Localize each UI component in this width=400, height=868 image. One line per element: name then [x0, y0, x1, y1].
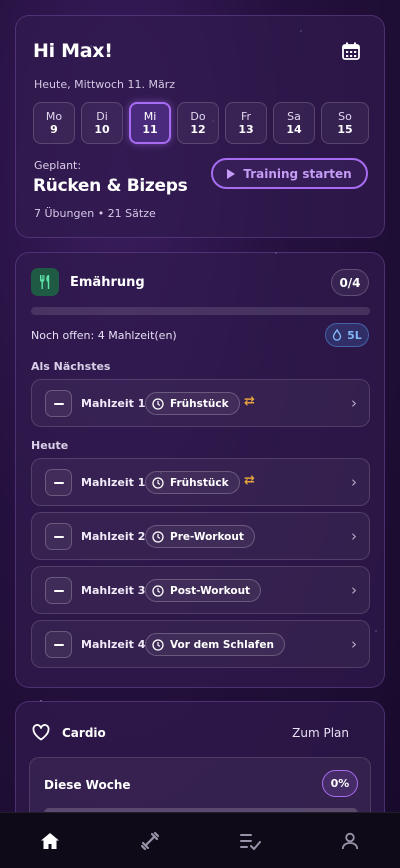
meal-time-tag: Frühstück	[145, 471, 240, 494]
meals-open-text: Noch offen: 4 Mahlzeit(en)	[31, 329, 177, 342]
nav-profile[interactable]	[320, 821, 380, 861]
clock-icon	[152, 638, 164, 651]
minus-icon[interactable]	[45, 523, 72, 550]
next-section-label: Als Nächstes	[31, 360, 111, 373]
meal-row-2[interactable]: Mahlzeit 2 Pre-Workout ›	[31, 512, 370, 560]
chevron-right-icon: ›	[351, 635, 357, 653]
meal-name: Mahlzeit 3	[81, 584, 146, 597]
minus-icon[interactable]	[45, 390, 72, 417]
meal-row-3[interactable]: Mahlzeit 3 Post-Workout ›	[31, 566, 370, 614]
home-icon	[41, 832, 59, 849]
checklist-icon	[240, 833, 261, 850]
day-fr[interactable]: Fr 13	[225, 102, 267, 144]
meal-tag-label: Frühstück	[170, 476, 229, 489]
planned-label: Geplant:	[34, 159, 82, 172]
to-plan-link[interactable]: Zum Plan	[292, 726, 349, 740]
swap-icon[interactable]: ⇄	[244, 394, 255, 409]
day-do[interactable]: Do 12	[177, 102, 219, 144]
meal-tag-label: Post-Workout	[170, 584, 251, 597]
nutrition-card: Emährung 0/4 Noch offen: 4 Mahlzeit(en) …	[15, 252, 385, 688]
chevron-right-icon: ›	[351, 581, 357, 599]
clock-icon	[152, 584, 164, 597]
meal-name: Mahlzeit 1	[81, 397, 146, 410]
today-card: Hi Max! Heute, Mittwoch 11. März Mo 9 Di…	[15, 15, 385, 238]
water-badge[interactable]: 5L	[325, 323, 369, 347]
meal-row-1[interactable]: Mahlzeit 1 Frühstück ⇄ ›	[31, 458, 370, 506]
day-sa[interactable]: Sa 14	[273, 102, 315, 144]
play-icon	[227, 168, 236, 179]
clock-icon	[152, 530, 164, 543]
minus-icon[interactable]	[45, 577, 72, 604]
day-mo[interactable]: Mo 9	[33, 102, 75, 144]
start-training-button[interactable]: Training starten	[211, 158, 368, 189]
today-section-label: Heute	[31, 439, 69, 452]
planned-workout-title: Rücken & Bizeps	[33, 176, 188, 196]
cardio-title: Cardio	[62, 726, 106, 740]
meal-time-tag: Frühstück	[145, 392, 240, 415]
meal-tag-label: Frühstück	[170, 397, 229, 410]
swap-icon[interactable]: ⇄	[244, 473, 255, 488]
chevron-right-icon: ›	[351, 473, 357, 491]
meal-row-4[interactable]: Mahlzeit 4 Vor dem Schlafen ›	[31, 620, 370, 668]
clock-icon	[152, 397, 164, 410]
chevron-right-icon: ›	[351, 527, 357, 545]
water-amount: 5L	[347, 328, 362, 342]
nutrition-title: Emährung	[70, 275, 145, 290]
this-week-title: Diese Woche	[44, 778, 131, 792]
cardio-percent-badge: 0%	[322, 770, 358, 797]
meal-name: Mahlzeit 1	[81, 476, 146, 489]
meal-time-tag: Post-Workout	[145, 579, 262, 602]
nav-checklist[interactable]	[220, 821, 280, 861]
chevron-right-icon: ›	[351, 394, 357, 412]
nutrition-progress-bar	[31, 307, 370, 315]
minus-icon[interactable]	[45, 631, 72, 658]
start-training-label: Training starten	[243, 166, 352, 181]
day-mi-selected[interactable]: Mi 11	[129, 102, 171, 144]
date-line: Heute, Mittwoch 11. März	[34, 78, 176, 91]
meal-name: Mahlzeit 2	[81, 530, 146, 543]
meal-time-tag: Vor dem Schlafen	[145, 633, 285, 656]
next-meal-row[interactable]: Mahlzeit 1 Frühstück ⇄ ›	[31, 379, 370, 427]
day-di[interactable]: Di 10	[81, 102, 123, 144]
day-so[interactable]: So 15	[321, 102, 369, 144]
meal-tag-label: Vor dem Schlafen	[170, 638, 274, 651]
bottom-nav	[0, 812, 400, 868]
planned-workout-meta: 7 Übungen • 21 Sätze	[34, 207, 156, 220]
meal-tag-label: Pre-Workout	[170, 530, 244, 543]
week-day-selector: Mo 9 Di 10 Mi 11 Do 12 Fr 13 Sa 14 So 15	[33, 102, 369, 144]
heart-icon	[32, 724, 50, 741]
meal-time-tag: Pre-Workout	[145, 525, 255, 548]
dumbbell-icon	[140, 831, 160, 850]
nutrition-count-badge: 0/4	[331, 269, 369, 296]
profile-icon	[341, 832, 359, 849]
cutlery-icon	[31, 268, 59, 296]
meal-name: Mahlzeit 4	[81, 638, 146, 651]
minus-icon[interactable]	[45, 469, 72, 496]
nav-home[interactable]	[20, 821, 80, 861]
nav-workouts[interactable]	[120, 821, 180, 861]
clock-icon	[152, 476, 164, 489]
calendar-icon[interactable]	[342, 42, 360, 60]
greeting: Hi Max!	[33, 40, 113, 62]
water-drop-icon	[332, 329, 342, 341]
